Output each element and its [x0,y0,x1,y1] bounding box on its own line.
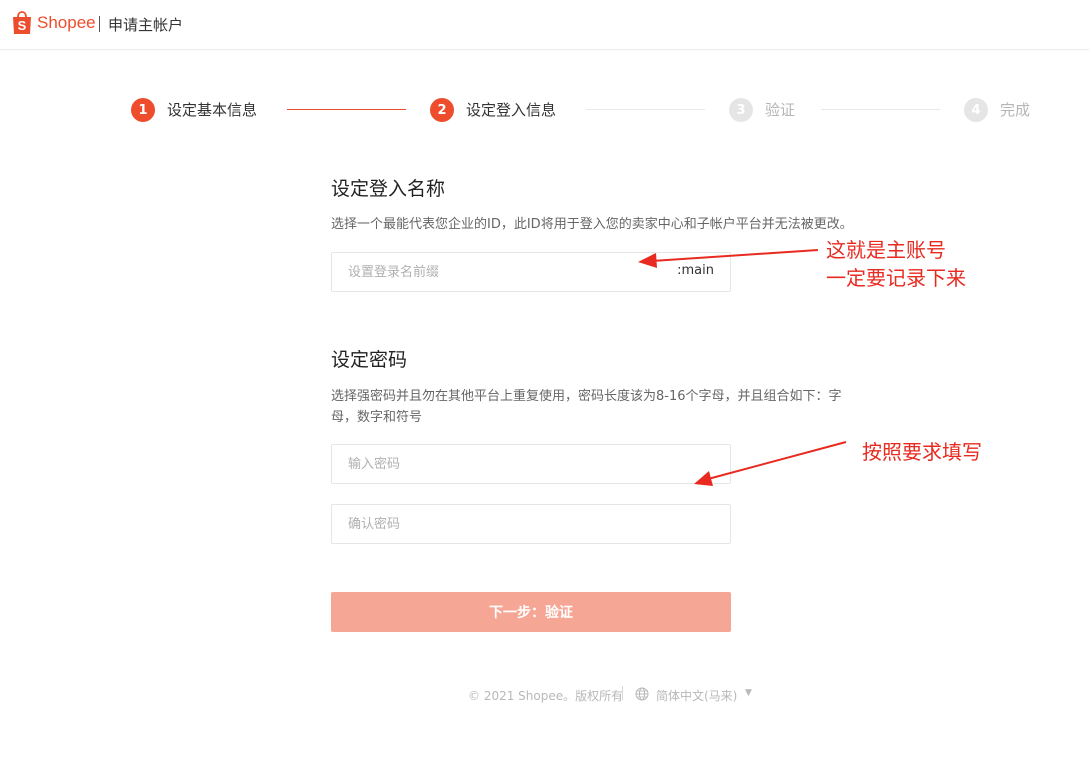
step-2-number: 2 [430,98,454,122]
caret-down-icon[interactable]: ▼ [745,688,752,698]
step-connector-2 [586,109,705,110]
login-name-field: :main [331,252,731,292]
footer-divider [622,686,623,700]
step-3-number: 3 [729,98,753,122]
step-3-label: 验证 [765,101,796,119]
svg-text:S: S [18,18,27,33]
language-selector[interactable]: 简体中文(马来) [656,687,737,704]
step-connector-1 [287,109,406,110]
step-1-number: 1 [131,98,155,122]
step-2-label: 设定登入信息 [466,101,557,119]
globe-icon[interactable] [635,687,649,701]
step-1-label: 设定基本信息 [167,101,258,119]
top-header: S Shopee 申请主帐户 [0,0,1089,50]
next-step-button[interactable]: 下一步：验证 [331,592,731,632]
header-divider [99,16,100,32]
annotation-main-account: 这就是主账号 [826,238,946,262]
page-title: 申请主帐户 [108,16,184,34]
annotation-fill-as-required: 按照要求填写 [862,440,982,464]
step-4-number: 4 [964,98,988,122]
login-name-title: 设定登入名称 [331,178,446,200]
password-field [331,444,731,484]
step-connector-3 [821,109,940,110]
login-name-input[interactable] [332,253,648,291]
password-input[interactable] [332,445,648,483]
password-description-line-2: 母，数字和符号 [331,410,423,425]
password-description-line-1: 选择强密码并且勿在其他平台上重复使用，密码长度该为8-16个字母，并且组合如下：… [331,389,842,404]
footer-copyright: © 2021 Shopee。版权所有 [468,689,624,703]
confirm-password-field [331,504,731,544]
annotation-record-it: 一定要记录下来 [826,266,966,290]
shopee-logo-text[interactable]: Shopee [37,13,96,33]
password-title: 设定密码 [331,349,408,371]
login-name-description: 选择一个最能代表您企业的ID，此ID将用于登入您的卖家中心和子帐户平台并无法被更… [331,217,853,232]
shopee-bag-logo-icon[interactable]: S [11,11,33,35]
step-4-label: 完成 [1000,101,1031,119]
login-name-suffix: :main [677,263,714,278]
confirm-password-input[interactable] [332,505,648,543]
